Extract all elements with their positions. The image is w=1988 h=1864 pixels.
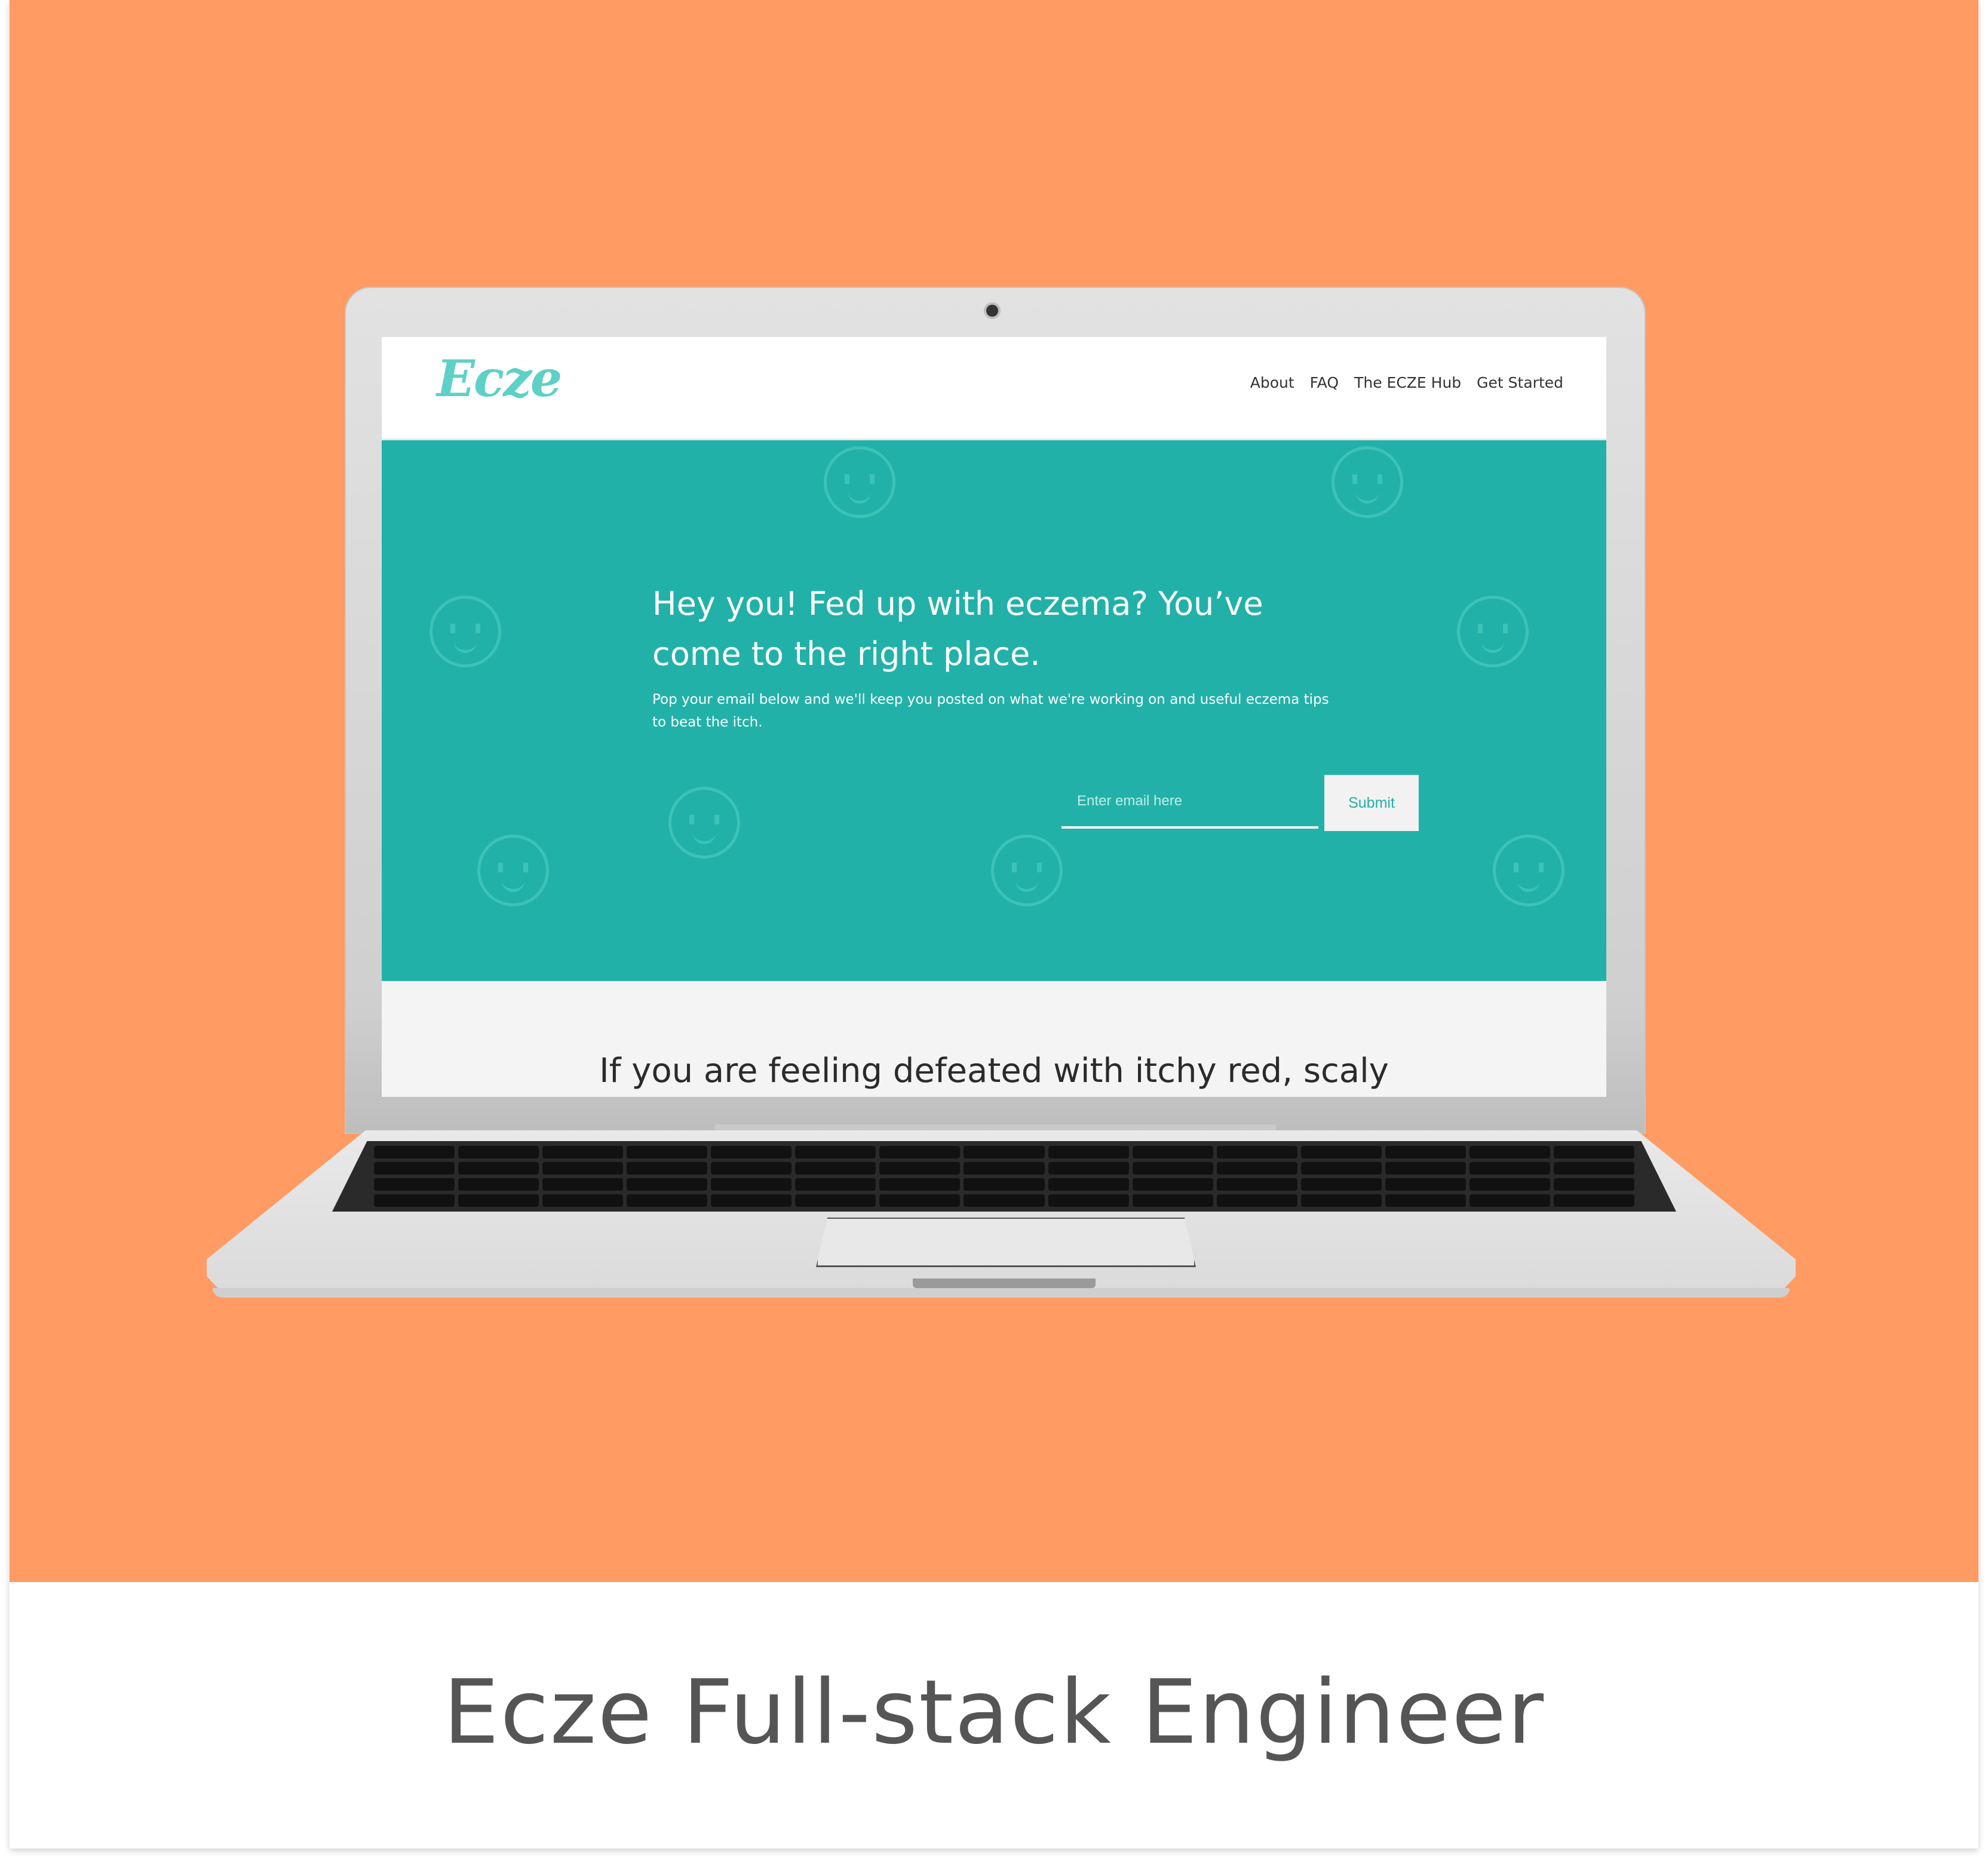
key <box>458 1162 539 1175</box>
key <box>879 1162 961 1175</box>
key <box>542 1194 624 1207</box>
key <box>711 1162 792 1175</box>
key <box>1469 1146 1550 1158</box>
key <box>964 1146 1045 1158</box>
laptop-notch <box>913 1279 1096 1288</box>
key <box>795 1178 876 1191</box>
site-header: Ecze About FAQ The ECZE Hub Get Started <box>382 337 1606 440</box>
key <box>879 1194 961 1207</box>
submit-button[interactable]: Submit <box>1324 775 1419 831</box>
camera-icon <box>986 305 998 317</box>
key <box>458 1146 539 1158</box>
key <box>795 1162 876 1175</box>
laptop-screen: Ecze About FAQ The ECZE Hub Get Started <box>382 337 1606 1097</box>
key <box>1385 1178 1466 1191</box>
key <box>458 1194 539 1207</box>
key <box>1132 1146 1213 1158</box>
hero-section: Hey you! Fed up with eczema? You’ve come… <box>382 440 1606 981</box>
nav-about[interactable]: About <box>1250 374 1294 391</box>
key <box>542 1178 624 1191</box>
key <box>1300 1162 1382 1175</box>
key <box>795 1194 876 1207</box>
key <box>1048 1162 1129 1175</box>
key <box>1553 1146 1634 1158</box>
email-field[interactable] <box>1062 776 1318 829</box>
section-heading: If you are feeling defeated with itchy r… <box>599 1051 1389 1090</box>
key <box>542 1146 624 1158</box>
face-icon <box>429 596 501 667</box>
key <box>1469 1162 1550 1175</box>
project-caption: Ecze Full-stack Engineer <box>443 1661 1545 1764</box>
key <box>374 1194 455 1207</box>
logo[interactable]: Ecze <box>437 349 562 408</box>
keyboard <box>332 1141 1676 1212</box>
project-card: Ecze About FAQ The ECZE Hub Get Started <box>10 0 1978 1848</box>
key <box>1216 1194 1297 1207</box>
banner: Ecze About FAQ The ECZE Hub Get Started <box>10 0 1978 1582</box>
key <box>964 1178 1045 1191</box>
hero-title: Hey you! Fed up with eczema? You’ve come… <box>652 585 1263 673</box>
key <box>1132 1178 1213 1191</box>
face-icon <box>1332 446 1403 518</box>
key <box>1469 1194 1550 1207</box>
face-icon <box>1457 596 1529 667</box>
main-nav: About FAQ The ECZE Hub Get Started <box>1250 374 1563 391</box>
key <box>1048 1178 1129 1191</box>
face-icon <box>477 835 549 906</box>
key <box>795 1146 876 1158</box>
key <box>542 1162 624 1175</box>
face-icon <box>991 835 1063 906</box>
key <box>374 1162 455 1175</box>
laptop-lid: Ecze About FAQ The ECZE Hub Get Started <box>345 287 1646 1134</box>
nav-ecze-hub[interactable]: The ECZE Hub <box>1354 374 1461 391</box>
key <box>1469 1178 1550 1191</box>
key <box>374 1178 455 1191</box>
key <box>711 1178 792 1191</box>
key <box>1132 1194 1213 1207</box>
key <box>374 1146 455 1158</box>
key <box>964 1162 1045 1175</box>
key <box>1048 1194 1129 1207</box>
key <box>627 1178 708 1191</box>
key <box>1553 1178 1634 1191</box>
key <box>627 1146 708 1158</box>
hero-subtitle: Pop your email below and we'll keep you … <box>652 692 1329 730</box>
key <box>964 1194 1045 1207</box>
nav-faq[interactable]: FAQ <box>1310 374 1339 391</box>
key <box>1385 1146 1466 1158</box>
key <box>1300 1178 1382 1191</box>
key <box>1216 1178 1297 1191</box>
key <box>1216 1146 1297 1158</box>
key <box>1048 1146 1129 1158</box>
key <box>879 1146 961 1158</box>
nav-get-started[interactable]: Get Started <box>1477 374 1563 391</box>
face-icon <box>668 787 740 859</box>
key <box>1553 1194 1634 1207</box>
key <box>627 1194 708 1207</box>
key <box>879 1178 961 1191</box>
key <box>458 1178 539 1191</box>
face-icon <box>1493 835 1564 906</box>
key <box>1385 1194 1466 1207</box>
key <box>1300 1194 1382 1207</box>
key <box>1385 1162 1466 1175</box>
key <box>1132 1162 1213 1175</box>
key <box>1553 1162 1634 1175</box>
face-icon <box>824 446 895 518</box>
key <box>711 1194 792 1207</box>
laptop-front-edge <box>213 1288 1790 1298</box>
key <box>711 1146 792 1158</box>
key <box>1300 1146 1382 1158</box>
trackpad <box>816 1218 1196 1267</box>
key <box>627 1162 708 1175</box>
key <box>1216 1162 1297 1175</box>
